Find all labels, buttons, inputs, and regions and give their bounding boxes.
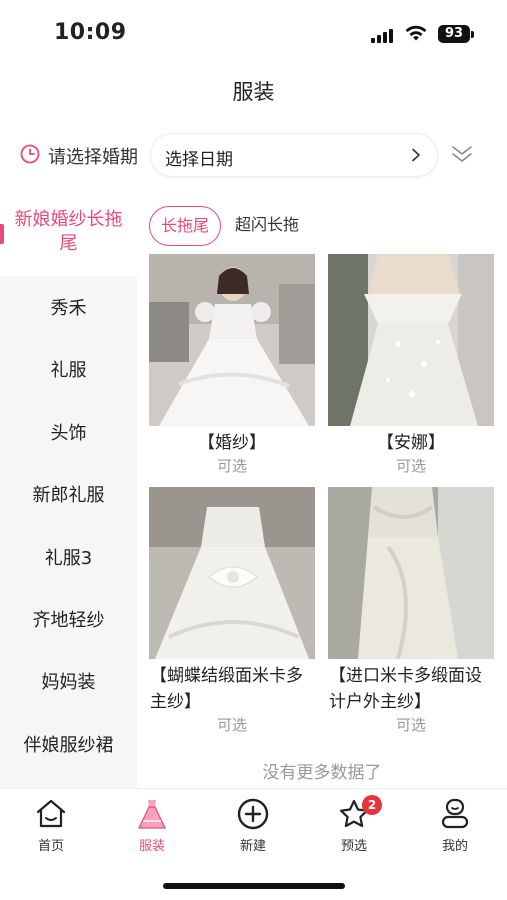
product-card[interactable]: 【婚纱】 可选 [149,254,315,476]
wedding-date-row: 请选择婚期 选择日期 [0,132,507,178]
sidebar-item-xiuhe[interactable]: 秀禾 [0,294,137,320]
product-name: 【进口米卡多缎面设计户外主纱】 [329,666,482,712]
battery-cap [471,31,474,38]
clock-icon [20,144,40,164]
sidebar-item-gown[interactable]: 礼服 [0,356,137,382]
double-chevron-down-icon[interactable] [450,142,474,166]
chevron-right-icon [412,148,420,162]
sidebar-item-label: 妈妈装 [41,672,96,693]
sidebar-item-bridal-long-train[interactable]: 新娘婚纱长拖尾 [0,196,137,276]
status-bar: 10:09 93 [0,0,507,66]
badge-count: 2 [362,795,382,815]
tab-clothing[interactable]: 服装 [112,797,192,854]
date-picker-button[interactable]: 选择日期 [150,133,438,177]
product-name: 【安娜】 [377,433,445,453]
product-card[interactable]: 【安娜】 可选 [328,254,494,476]
product-image [149,487,315,659]
tab-label: 新建 [239,839,266,854]
sidebar-item-label: 新娘婚纱长拖尾 [14,209,123,254]
cellular-signal-icon [371,27,397,43]
sidebar-item-floor-length[interactable]: 齐地轻纱 [0,606,137,632]
product-status: 可选 [395,716,426,734]
active-indicator [0,224,4,244]
sidebar-item-label: 秀禾 [50,298,87,319]
tab-preselect[interactable]: 2 预选 [314,795,394,854]
date-picker-text: 选择日期 [165,150,233,170]
product-card[interactable]: 【进口米卡多缎面设计户外主纱】 可选 [328,487,494,735]
product-name: 【蝴蝶结缎面米卡多主纱】 [150,666,303,712]
sidebar-item-groom-suit[interactable]: 新郎礼服 [0,481,137,507]
home-indicator [163,883,345,889]
product-image [328,487,494,659]
plus-circle-icon [237,798,269,830]
product-status: 可选 [395,457,426,475]
sidebar-item-label: 齐地轻纱 [32,610,105,631]
sidebar-item-label: 礼服3 [44,548,93,569]
user-icon [441,798,469,829]
category-sidebar: 新娘婚纱长拖尾 秀禾 礼服 头饰 新郎礼服 礼服3 齐地轻纱 妈妈装 伴娘服纱裙 [0,196,137,788]
page-title: 服装 [232,80,275,104]
sidebar-item-label: 礼服 [50,360,87,381]
sidebar-item-label: 伴娘服纱裙 [23,735,114,756]
wifi-icon [405,25,427,41]
battery-icon: 93 [438,25,470,43]
home-icon [36,799,66,828]
tab-label: 服装 [138,839,165,854]
dress-icon [138,800,166,829]
status-time: 10:09 [54,20,127,45]
product-image [149,254,315,426]
product-status: 可选 [216,457,247,475]
tab-profile[interactable]: 我的 [415,797,495,854]
tab-home[interactable]: 首页 [11,797,91,854]
tab-create[interactable]: 新建 [213,797,293,854]
tab-sparkle-long-train[interactable]: 超闪长拖 [235,206,299,246]
sidebar-item-bridesmaid[interactable]: 伴娘服纱裙 [0,731,137,757]
sidebar-item-headwear[interactable]: 头饰 [0,419,137,445]
sidebar-item-gown-3[interactable]: 礼服3 [0,544,137,570]
no-more-data-text: 没有更多数据了 [262,763,382,783]
product-card[interactable]: 【蝴蝶结缎面米卡多主纱】 可选 [149,487,315,735]
tab-label: 预选 [340,839,367,854]
product-image [328,254,494,426]
tab-label: 首页 [37,839,64,854]
tab-long-train[interactable]: 长拖尾 [149,206,221,246]
sidebar-item-label: 头饰 [50,423,87,444]
sidebar-item-label: 新郎礼服 [32,485,105,506]
product-status: 可选 [216,716,247,734]
tab-label: 我的 [441,839,468,854]
wedding-date-label: 请选择婚期 [48,147,138,168]
sidebar-item-mother-dress[interactable]: 妈妈装 [0,668,137,694]
product-name: 【婚纱】 [198,433,266,453]
